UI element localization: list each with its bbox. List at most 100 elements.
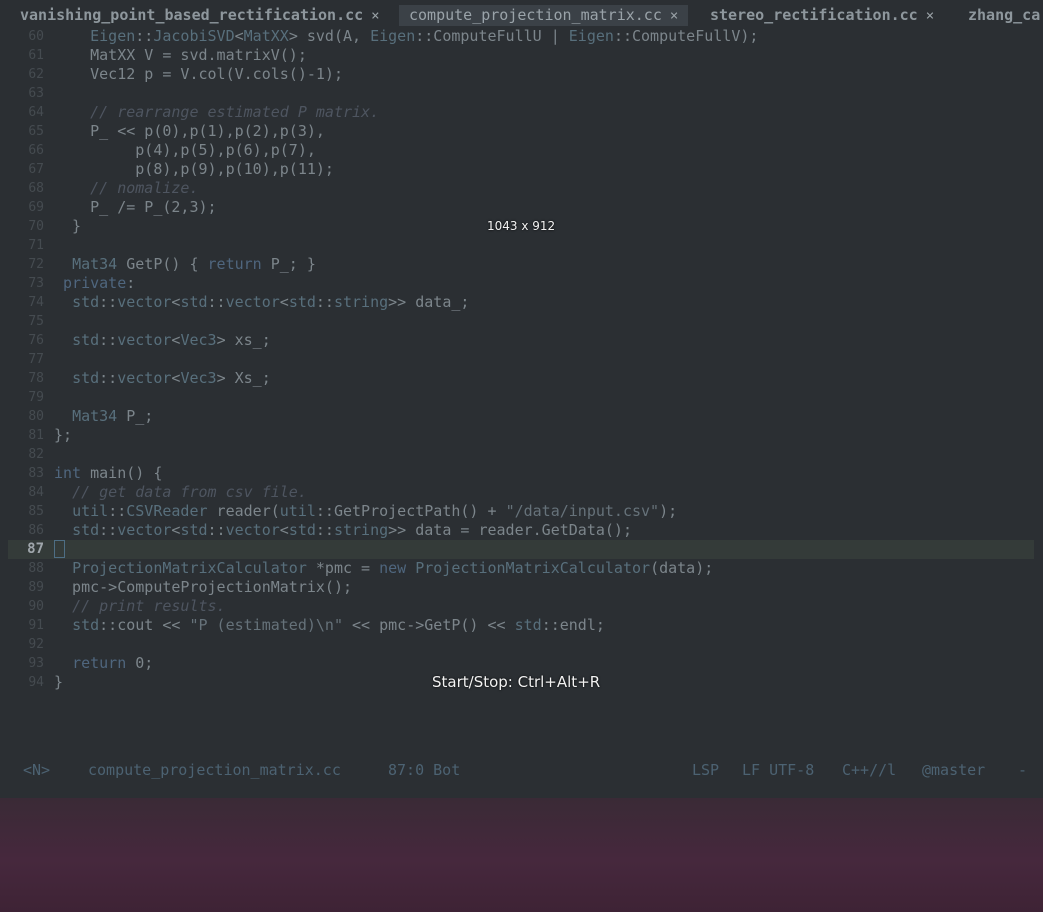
- code-line[interactable]: 75: [0, 312, 1043, 331]
- code-line[interactable]: 93 return 0;: [0, 654, 1043, 673]
- code-line[interactable]: 62 Vec12 p = V.col(V.cols()-1);: [0, 65, 1043, 84]
- line-number: 90: [28, 599, 44, 614]
- code-line[interactable]: 65 P_ << p(0),p(1),p(2),p(3),: [0, 122, 1043, 141]
- code-text: Mat34 GetP() { return P_; }: [72, 255, 316, 273]
- code-line[interactable]: 72 Mat34 GetP() { return P_; }: [0, 255, 1043, 274]
- code-text: std::vector<std::vector<std::string>> da…: [72, 293, 470, 311]
- line-number: 84: [28, 485, 44, 500]
- code-line[interactable]: 83 int main() {: [0, 464, 1043, 483]
- line-number: 80: [28, 409, 44, 424]
- code-line[interactable]: 81};: [0, 426, 1043, 445]
- code-line[interactable]: 77: [0, 350, 1043, 369]
- current-code-line[interactable]: 87: [8, 540, 1034, 559]
- tab-1[interactable]: compute_projection_matrix.cc ×: [399, 5, 689, 26]
- code-text: // rearrange estimated P matrix.: [90, 103, 380, 121]
- line-number: 63: [28, 86, 44, 101]
- code-line[interactable]: 85 util::CSVReader reader(util::GetProje…: [0, 502, 1043, 521]
- code-line[interactable]: 60 Eigen::JacobiSVD<MatXX> svd(A, Eigen:…: [0, 27, 1043, 46]
- code-line[interactable]: 68 // nomalize.: [0, 179, 1043, 198]
- code-text: // nomalize.: [90, 179, 199, 197]
- code-line[interactable]: 74 std::vector<std::vector<std::string>>…: [0, 293, 1043, 312]
- line-number: 72: [28, 257, 44, 272]
- code-line[interactable]: 84 // get data from csv file.: [0, 483, 1043, 502]
- screenshot-dimensions-label: 1043 x 912: [487, 219, 556, 233]
- close-icon[interactable]: ×: [371, 8, 379, 24]
- code-editor[interactable]: 60 Eigen::JacobiSVD<MatXX> svd(A, Eigen:…: [0, 27, 1043, 707]
- line-number: 61: [28, 48, 44, 63]
- tab-label: vanishing_point_based_rectification.cc: [20, 6, 364, 24]
- code-text: [54, 540, 65, 560]
- close-icon[interactable]: ×: [670, 8, 678, 24]
- status-line: <N> compute_projection_matrix.cc 87:0 Bo…: [0, 760, 1043, 780]
- code-text: private:: [63, 274, 136, 292]
- code-line[interactable]: 91 std::cout << "P (estimated)\n" << pmc…: [0, 616, 1043, 635]
- line-number: 89: [28, 580, 44, 595]
- code-line[interactable]: 67 p(8),p(9),p(10),p(11);: [0, 160, 1043, 179]
- code-text: ProjectionMatrixCalculator *pmc = new Pr…: [72, 559, 714, 577]
- code-line[interactable]: 71: [0, 236, 1043, 255]
- line-number: 60: [28, 29, 44, 44]
- code-text: pmc->ComputeProjectionMatrix();: [54, 578, 353, 596]
- code-text: std::vector<Vec3> Xs_;: [72, 369, 271, 387]
- encoding-indicator: LF UTF-8: [742, 761, 815, 779]
- code-text: p(8),p(9),p(10),p(11);: [54, 160, 334, 178]
- code-line[interactable]: 89 pmc->ComputeProjectionMatrix();: [0, 578, 1043, 597]
- line-number: 93: [28, 656, 44, 671]
- code-text: std::cout << "P (estimated)\n" << pmc->G…: [72, 616, 605, 634]
- code-line[interactable]: 69 P_ /= P_(2,3);: [0, 198, 1043, 217]
- code-line[interactable]: 61 MatXX V = svd.matrixV();: [0, 46, 1043, 65]
- tab-label: stereo_rectification.cc: [710, 6, 918, 24]
- line-number: 85: [28, 504, 44, 519]
- line-number: 73: [28, 276, 44, 291]
- line-number: 65: [28, 124, 44, 139]
- code-line[interactable]: 90 // print results.: [0, 597, 1043, 616]
- code-line[interactable]: 73 private:: [0, 274, 1043, 293]
- line-number: 79: [28, 390, 44, 405]
- line-number: 92: [28, 637, 44, 652]
- code-text: }: [54, 217, 82, 235]
- line-number: 76: [28, 333, 44, 348]
- code-text: Mat34 P_;: [72, 407, 154, 425]
- code-text: }: [54, 673, 64, 691]
- line-number: 94: [28, 675, 44, 690]
- code-line[interactable]: 64 // rearrange estimated P matrix.: [0, 103, 1043, 122]
- line-number: 81: [28, 428, 44, 443]
- code-text: Eigen::JacobiSVD<MatXX> svd(A, Eigen::Co…: [90, 27, 759, 45]
- code-line[interactable]: 63: [0, 84, 1043, 103]
- line-number: 67: [28, 162, 44, 177]
- mode-indicator: <N>: [23, 761, 51, 779]
- line-number: 66: [28, 143, 44, 158]
- line-number: 83: [28, 466, 44, 481]
- line-number: 87: [27, 541, 44, 557]
- line-number: 78: [28, 371, 44, 386]
- code-line[interactable]: 66 p(4),p(5),p(6),p(7),: [0, 141, 1043, 160]
- code-text: p(4),p(5),p(6),p(7),: [54, 141, 316, 159]
- line-number: 86: [28, 523, 44, 538]
- code-text: // print results.: [72, 597, 226, 615]
- code-text: util::CSVReader reader(util::GetProjectP…: [72, 502, 678, 520]
- line-number: 62: [28, 67, 44, 82]
- code-text: return 0;: [72, 654, 154, 672]
- line-number: 91: [28, 618, 44, 633]
- code-text: P_ << p(0),p(1),p(2),p(3),: [54, 122, 325, 140]
- line-number: 64: [28, 105, 44, 120]
- line-number: 69: [28, 200, 44, 215]
- code-line[interactable]: 79: [0, 388, 1043, 407]
- code-line[interactable]: 78 std::vector<Vec3> Xs_;: [0, 369, 1043, 388]
- code-line[interactable]: 80 Mat34 P_;: [0, 407, 1043, 426]
- code-text: };: [54, 426, 73, 444]
- code-text: Vec12 p = V.col(V.cols()-1);: [54, 65, 343, 83]
- code-text: std::vector<Vec3> xs_;: [72, 331, 271, 349]
- code-line[interactable]: 82: [0, 445, 1043, 464]
- line-number: 68: [28, 181, 44, 196]
- code-line[interactable]: 92: [0, 635, 1043, 654]
- lsp-indicator: LSP: [692, 761, 720, 779]
- close-icon[interactable]: ×: [926, 8, 934, 24]
- code-line[interactable]: 86 std::vector<std::vector<std::string>>…: [0, 521, 1043, 540]
- code-line[interactable]: 88 ProjectionMatrixCalculator *pmc = new…: [0, 559, 1043, 578]
- recorder-hint: Start/Stop: Ctrl+Alt+R: [432, 673, 601, 691]
- line-number: 70: [28, 219, 44, 234]
- line-number: 74: [28, 295, 44, 310]
- code-line[interactable]: 76 std::vector<Vec3> xs_;: [0, 331, 1043, 350]
- text-cursor: [54, 540, 65, 558]
